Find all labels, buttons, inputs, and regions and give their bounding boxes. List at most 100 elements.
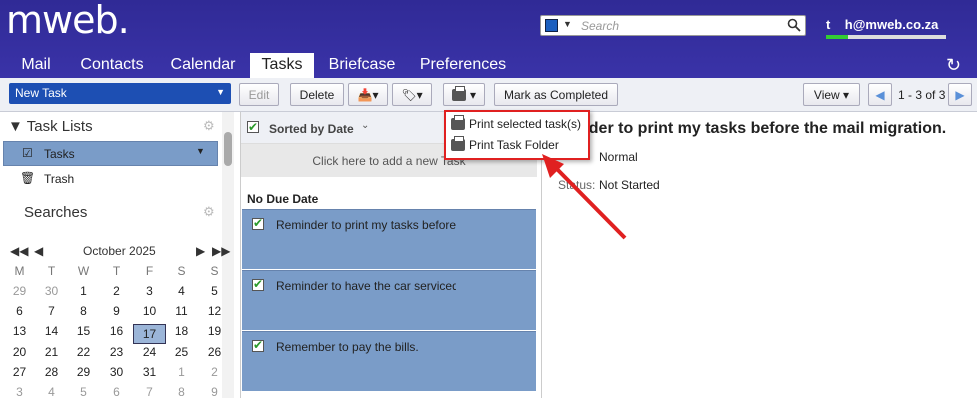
tab-tasks[interactable]: Tasks: [250, 53, 314, 78]
sidebar-item-tasks[interactable]: ☑ Tasks ▼: [3, 141, 218, 166]
calendar-day[interactable]: 1: [67, 284, 100, 298]
page-info: 1 - 3 of 3: [898, 88, 946, 102]
user-email[interactable]: t h@mweb.co.za: [826, 17, 938, 32]
prev-month-icon[interactable]: ◀: [34, 244, 43, 258]
task-checkbox[interactable]: [252, 338, 264, 352]
new-task-label: New Task: [15, 86, 67, 100]
refresh-icon[interactable]: ↻: [946, 55, 961, 76]
calendar-day[interactable]: 29: [3, 284, 36, 298]
chevron-down-icon[interactable]: ▼: [563, 19, 572, 29]
calendar-day[interactable]: 6: [3, 304, 36, 318]
task-title: Remember to pay the bills.: [276, 340, 419, 354]
calendar-day[interactable]: 12: [198, 304, 231, 318]
search-box[interactable]: ▼ Search: [540, 15, 806, 36]
calendar-day[interactable]: 30: [35, 284, 68, 298]
calendar-day[interactable]: 27: [3, 365, 36, 379]
sidebar-item-trash[interactable]: Trash: [44, 172, 74, 186]
mark-completed-button[interactable]: Mark as Completed: [494, 83, 618, 106]
calendar-day[interactable]: 28: [35, 365, 68, 379]
calendar-day[interactable]: 17: [133, 324, 166, 345]
task-row[interactable]: Reminder to print my tasks before the ma…: [242, 209, 536, 269]
calendar-day[interactable]: 7: [35, 304, 68, 318]
tab-preferences[interactable]: Preferences: [412, 53, 514, 78]
calendar-day[interactable]: 9: [100, 304, 133, 318]
calendar-day[interactable]: 22: [67, 345, 100, 359]
weekday-header: T: [47, 264, 56, 278]
task-checkbox[interactable]: [252, 216, 264, 230]
calendar-day[interactable]: 13: [3, 324, 36, 338]
calendar-day[interactable]: 8: [67, 304, 100, 318]
task-lists-header[interactable]: ▼ Task Lists: [8, 118, 93, 135]
view-button[interactable]: View ▾: [803, 83, 860, 106]
calendar-month[interactable]: October 2025: [83, 244, 156, 258]
task-row[interactable]: Reminder to have the car serviced: [242, 270, 536, 330]
calendar-day[interactable]: 24: [133, 345, 166, 359]
calendar-day[interactable]: 23: [100, 345, 133, 359]
calendar-day[interactable]: 3: [133, 284, 166, 298]
calendar-day[interactable]: 25: [165, 345, 198, 359]
chevron-down-icon[interactable]: ▼: [196, 146, 205, 156]
calendar-day[interactable]: 16: [100, 324, 133, 338]
calendar-day[interactable]: 6: [100, 385, 133, 399]
next-year-icon[interactable]: ▶▶: [212, 244, 230, 258]
tab-briefcase[interactable]: Briefcase: [322, 53, 402, 78]
calendar-day[interactable]: 4: [35, 385, 68, 399]
calendar-day[interactable]: 7: [133, 385, 166, 399]
calendar-day[interactable]: 4: [165, 284, 198, 298]
searches-header[interactable]: Searches: [24, 204, 87, 221]
weekday-header: S: [210, 264, 219, 278]
calendar-day[interactable]: 19: [198, 324, 231, 338]
chevron-down-icon[interactable]: ▼: [216, 87, 225, 97]
new-task-button[interactable]: New Task ▼: [9, 83, 231, 104]
move-button[interactable]: 📥▾: [348, 83, 388, 106]
select-all-checkbox[interactable]: ✔: [247, 121, 259, 133]
prev-year-icon[interactable]: ◀◀: [10, 244, 28, 258]
weekday-header: W: [77, 264, 90, 278]
tag-button[interactable]: 🏷▾: [392, 83, 432, 106]
tasks-icon: ☑: [22, 146, 33, 160]
print-button[interactable]: ▾: [443, 83, 485, 106]
calendar-day[interactable]: 30: [100, 365, 133, 379]
app-header: mweb. ▼ Search t h@mweb.co.za Mail Conta…: [0, 0, 977, 78]
annotation-arrow: [542, 154, 627, 240]
calendar-day[interactable]: 10: [133, 304, 166, 318]
search-icon[interactable]: [787, 18, 801, 32]
calendar-day[interactable]: 21: [35, 345, 68, 359]
calendar-day[interactable]: 15: [67, 324, 100, 338]
edit-button[interactable]: Edit: [239, 83, 279, 106]
calendar-day[interactable]: 20: [3, 345, 36, 359]
sidebar: ▼ Task Lists ⚙ ☑ Tasks ▼ 🗑 Trash Searche…: [0, 112, 236, 399]
mweb-logo[interactable]: mweb.: [6, 0, 130, 42]
calendar-day[interactable]: 5: [198, 284, 231, 298]
calendar-day[interactable]: 5: [67, 385, 100, 399]
next-page-button[interactable]: ▶: [948, 83, 972, 106]
sort-icon[interactable]: ⌄: [361, 120, 369, 131]
next-month-icon[interactable]: ▶: [196, 244, 205, 258]
gear-icon[interactable]: ⚙: [203, 118, 216, 133]
calendar-day[interactable]: 2: [100, 284, 133, 298]
gear-icon[interactable]: ⚙: [203, 204, 216, 219]
calendar-day[interactable]: 14: [35, 324, 68, 338]
calendar-day[interactable]: 11: [165, 304, 198, 318]
tab-calendar[interactable]: Calendar: [162, 53, 244, 78]
tab-mail[interactable]: Mail: [10, 53, 62, 78]
group-header: No Due Date: [247, 192, 319, 206]
calendar-day[interactable]: 18: [165, 324, 198, 338]
delete-button[interactable]: Delete: [290, 83, 344, 106]
calendar-day[interactable]: 26: [198, 345, 231, 359]
task-row[interactable]: Remember to pay the bills.: [242, 331, 536, 391]
tab-contacts[interactable]: Contacts: [72, 53, 152, 78]
prev-page-button[interactable]: ◀: [868, 83, 892, 106]
search-input[interactable]: Search: [581, 19, 619, 33]
search-type-icon[interactable]: [545, 19, 558, 32]
calendar-day[interactable]: 2: [198, 365, 231, 379]
calendar-day[interactable]: 1: [165, 365, 198, 379]
calendar-day[interactable]: 3: [3, 385, 36, 399]
calendar-day[interactable]: 9: [198, 385, 231, 399]
calendar-day[interactable]: 29: [67, 365, 100, 379]
calendar-day[interactable]: 8: [165, 385, 198, 399]
sidebar-item-label: Tasks: [44, 147, 75, 161]
task-checkbox[interactable]: [252, 277, 264, 291]
weekday-header: M: [14, 264, 25, 278]
calendar-day[interactable]: 31: [133, 365, 166, 379]
